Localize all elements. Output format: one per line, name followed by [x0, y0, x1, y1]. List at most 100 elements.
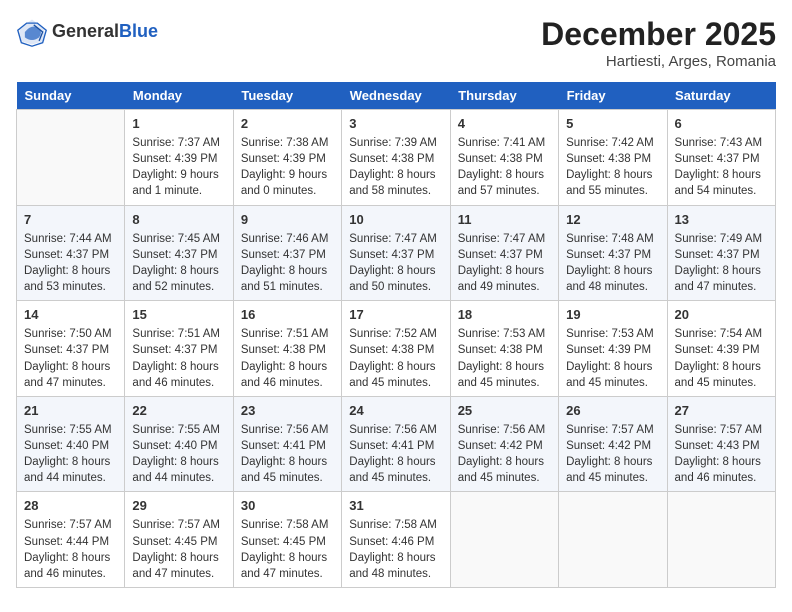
calendar-cell: 24Sunrise: 7:56 AMSunset: 4:41 PMDayligh… [342, 396, 450, 492]
cell-data-line: Daylight: 8 hours and 45 minutes. [349, 454, 442, 486]
cell-data-line: Sunset: 4:37 PM [24, 247, 117, 263]
calendar-cell: 18Sunrise: 7:53 AMSunset: 4:38 PMDayligh… [450, 301, 558, 397]
cell-data-line: Sunset: 4:37 PM [566, 247, 659, 263]
calendar-cell: 27Sunrise: 7:57 AMSunset: 4:43 PMDayligh… [667, 396, 775, 492]
day-number: 6 [675, 115, 768, 133]
day-number: 4 [458, 115, 551, 133]
calendar-week-row: 21Sunrise: 7:55 AMSunset: 4:40 PMDayligh… [17, 396, 776, 492]
day-of-week-header: Saturday [667, 82, 775, 110]
cell-data-line: Sunset: 4:38 PM [566, 151, 659, 167]
day-number: 11 [458, 211, 551, 229]
calendar-week-row: 14Sunrise: 7:50 AMSunset: 4:37 PMDayligh… [17, 301, 776, 397]
calendar-week-row: 28Sunrise: 7:57 AMSunset: 4:44 PMDayligh… [17, 492, 776, 588]
calendar-cell: 19Sunrise: 7:53 AMSunset: 4:39 PMDayligh… [559, 301, 667, 397]
cell-data-line: Sunset: 4:42 PM [458, 438, 551, 454]
cell-data-line: Daylight: 8 hours and 49 minutes. [458, 263, 551, 295]
cell-data-line: Sunrise: 7:37 AM [132, 135, 225, 151]
cell-data-line: Daylight: 8 hours and 51 minutes. [241, 263, 334, 295]
cell-data-line: Sunrise: 7:38 AM [241, 135, 334, 151]
cell-data-line: Sunset: 4:37 PM [132, 247, 225, 263]
cell-data-line: Daylight: 9 hours and 0 minutes. [241, 167, 334, 199]
day-number: 12 [566, 211, 659, 229]
calendar-cell [17, 110, 125, 206]
calendar-cell [667, 492, 775, 588]
day-number: 21 [24, 402, 117, 420]
calendar-cell: 31Sunrise: 7:58 AMSunset: 4:46 PMDayligh… [342, 492, 450, 588]
calendar-cell: 26Sunrise: 7:57 AMSunset: 4:42 PMDayligh… [559, 396, 667, 492]
calendar-cell: 25Sunrise: 7:56 AMSunset: 4:42 PMDayligh… [450, 396, 558, 492]
cell-data-line: Sunrise: 7:57 AM [24, 517, 117, 533]
cell-data-line: Daylight: 8 hours and 45 minutes. [566, 454, 659, 486]
cell-data-line: Daylight: 8 hours and 44 minutes. [24, 454, 117, 486]
cell-data-line: Sunset: 4:39 PM [675, 342, 768, 358]
page-header: GeneralBlue December 2025 Hartiesti, Arg… [16, 16, 776, 70]
cell-data-line: Sunset: 4:38 PM [458, 151, 551, 167]
day-number: 26 [566, 402, 659, 420]
cell-data-line: Sunrise: 7:51 AM [132, 326, 225, 342]
cell-data-line: Sunrise: 7:52 AM [349, 326, 442, 342]
cell-data-line: Sunset: 4:38 PM [349, 342, 442, 358]
day-number: 19 [566, 306, 659, 324]
cell-data-line: Sunset: 4:45 PM [241, 534, 334, 550]
cell-data-line: Sunset: 4:37 PM [132, 342, 225, 358]
cell-data-line: Daylight: 8 hours and 58 minutes. [349, 167, 442, 199]
cell-data-line: Sunset: 4:42 PM [566, 438, 659, 454]
cell-data-line: Sunset: 4:37 PM [241, 247, 334, 263]
cell-data-line: Sunrise: 7:46 AM [241, 231, 334, 247]
cell-data-line: Daylight: 8 hours and 55 minutes. [566, 167, 659, 199]
cell-data-line: Daylight: 8 hours and 44 minutes. [132, 454, 225, 486]
calendar-cell [559, 492, 667, 588]
day-number: 14 [24, 306, 117, 324]
cell-data-line: Sunrise: 7:39 AM [349, 135, 442, 151]
calendar-cell [450, 492, 558, 588]
day-number: 1 [132, 115, 225, 133]
cell-data-line: Sunset: 4:39 PM [241, 151, 334, 167]
day-number: 7 [24, 211, 117, 229]
cell-data-line: Sunrise: 7:41 AM [458, 135, 551, 151]
calendar-cell: 2 Sunrise: 7:38 AMSunset: 4:39 PMDaylight… [233, 110, 341, 206]
location: Hartiesti, Arges, Romania [541, 53, 776, 70]
day-number: 8 [132, 211, 225, 229]
day-number: 16 [241, 306, 334, 324]
calendar-week-row: 7Sunrise: 7:44 AMSunset: 4:37 PMDaylight… [17, 205, 776, 301]
cell-data-line: Sunset: 4:40 PM [132, 438, 225, 454]
cell-data-line: Daylight: 8 hours and 47 minutes. [241, 550, 334, 582]
day-number: 10 [349, 211, 442, 229]
cell-data-line: Sunset: 4:39 PM [132, 151, 225, 167]
day-number: 27 [675, 402, 768, 420]
cell-data-line: Sunrise: 7:53 AM [458, 326, 551, 342]
month-year: December 2025 [541, 16, 776, 53]
calendar-cell: 3Sunrise: 7:39 AMSunset: 4:38 PMDaylight… [342, 110, 450, 206]
cell-data-line: Daylight: 8 hours and 46 minutes. [24, 550, 117, 582]
cell-data-line: Sunset: 4:41 PM [349, 438, 442, 454]
calendar-cell: 8Sunrise: 7:45 AMSunset: 4:37 PMDaylight… [125, 205, 233, 301]
cell-data-line: Sunset: 4:37 PM [349, 247, 442, 263]
calendar-cell: 6Sunrise: 7:43 AMSunset: 4:37 PMDaylight… [667, 110, 775, 206]
calendar-cell: 21Sunrise: 7:55 AMSunset: 4:40 PMDayligh… [17, 396, 125, 492]
calendar-cell: 30Sunrise: 7:58 AMSunset: 4:45 PMDayligh… [233, 492, 341, 588]
day-number: 29 [132, 497, 225, 515]
cell-data-line: Sunset: 4:40 PM [24, 438, 117, 454]
cell-data-line: Sunrise: 7:56 AM [349, 422, 442, 438]
calendar-cell: 20Sunrise: 7:54 AMSunset: 4:39 PMDayligh… [667, 301, 775, 397]
cell-data-line: Sunset: 4:46 PM [349, 534, 442, 550]
day-number: 2 [241, 115, 334, 133]
day-number: 3 [349, 115, 442, 133]
cell-data-line: Sunset: 4:44 PM [24, 534, 117, 550]
cell-data-line: Sunset: 4:37 PM [675, 247, 768, 263]
calendar-header-row: SundayMondayTuesdayWednesdayThursdayFrid… [17, 82, 776, 110]
cell-data-line: Sunset: 4:37 PM [24, 342, 117, 358]
cell-data-line: Sunrise: 7:44 AM [24, 231, 117, 247]
cell-data-line: Daylight: 8 hours and 45 minutes. [675, 359, 768, 391]
day-number: 22 [132, 402, 225, 420]
cell-data-line: Daylight: 8 hours and 53 minutes. [24, 263, 117, 295]
logo-icon [16, 16, 48, 48]
cell-data-line: Daylight: 8 hours and 47 minutes. [24, 359, 117, 391]
calendar-cell: 12Sunrise: 7:48 AMSunset: 4:37 PMDayligh… [559, 205, 667, 301]
calendar-cell: 15Sunrise: 7:51 AMSunset: 4:37 PMDayligh… [125, 301, 233, 397]
cell-data-line: Sunrise: 7:51 AM [241, 326, 334, 342]
cell-data-line: Daylight: 8 hours and 45 minutes. [566, 359, 659, 391]
title-block: December 2025 Hartiesti, Arges, Romania [541, 16, 776, 70]
calendar-week-row: 1Sunrise: 7:37 AMSunset: 4:39 PMDaylight… [17, 110, 776, 206]
cell-data-line: Daylight: 9 hours and 1 minute. [132, 167, 225, 199]
